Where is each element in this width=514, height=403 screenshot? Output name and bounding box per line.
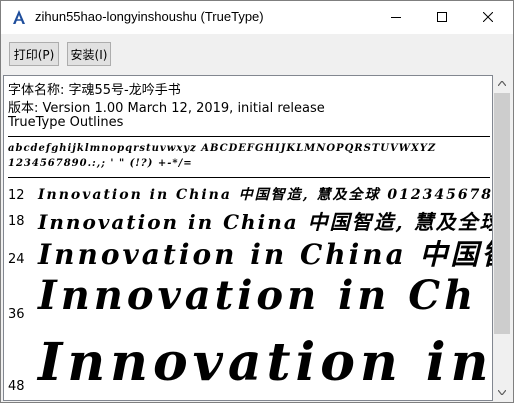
font-viewer-icon (11, 9, 27, 25)
install-button[interactable]: 安装(I) (67, 42, 111, 66)
chevron-up-icon (498, 81, 506, 86)
vertical-scrollbar[interactable] (493, 75, 511, 401)
divider (8, 136, 490, 137)
scroll-thumb[interactable] (494, 93, 510, 334)
sample-size-label: 48 (8, 379, 25, 394)
chevron-down-icon (498, 390, 506, 395)
charset-letters: abcdefghijklmnopqrstuvwxyz ABCDEFGHIJKLM… (8, 143, 437, 154)
maximize-icon (437, 12, 447, 22)
title-bar[interactable]: zihun55hao-longyinshoushu (TrueType) (1, 1, 513, 34)
font-name-line: 字体名称: 字魂55号-龙吟手书 (8, 83, 181, 98)
sample-text: Innovation in China 中国智 (38, 238, 493, 271)
window-title: zihun55hao-longyinshoushu (TrueType) (35, 9, 264, 24)
sample-text: Innovation in (38, 332, 493, 393)
sample-size-label: 12 (8, 188, 25, 203)
sample-text: Innovation in China 中国智造, 慧及全球 012345678… (38, 187, 493, 203)
maximize-button[interactable] (419, 1, 465, 34)
sample-size-label: 18 (8, 214, 25, 229)
print-button[interactable]: 打印(P) (9, 42, 59, 66)
minimize-button[interactable] (373, 1, 419, 34)
scroll-down-button[interactable] (493, 384, 511, 401)
sample-text: Innovation in China 中国智造, 慧及全球 (38, 210, 493, 234)
minimize-icon (391, 17, 401, 18)
close-button[interactable] (465, 1, 511, 34)
scroll-up-button[interactable] (493, 75, 511, 92)
font-preview-pane[interactable]: 字体名称: 字魂55号-龙吟手书 版本: Version 1.00 March … (3, 75, 493, 401)
divider (8, 177, 490, 178)
sample-size-label: 24 (8, 252, 25, 267)
sample-size-label: 36 (8, 307, 25, 322)
close-icon (483, 12, 493, 22)
sample-text: Innovation in Ch (38, 272, 478, 319)
font-version-line: 版本: Version 1.00 March 12, 2019, initial… (8, 101, 325, 116)
charset-symbols: 1234567890.:,; ' " (!?) +-*/= (8, 158, 193, 169)
toolbar: 打印(P) 安装(I) (1, 34, 513, 74)
font-type-line: TrueType Outlines (8, 115, 124, 130)
font-viewer-window: zihun55hao-longyinshoushu (TrueType) 打印(… (0, 0, 514, 403)
